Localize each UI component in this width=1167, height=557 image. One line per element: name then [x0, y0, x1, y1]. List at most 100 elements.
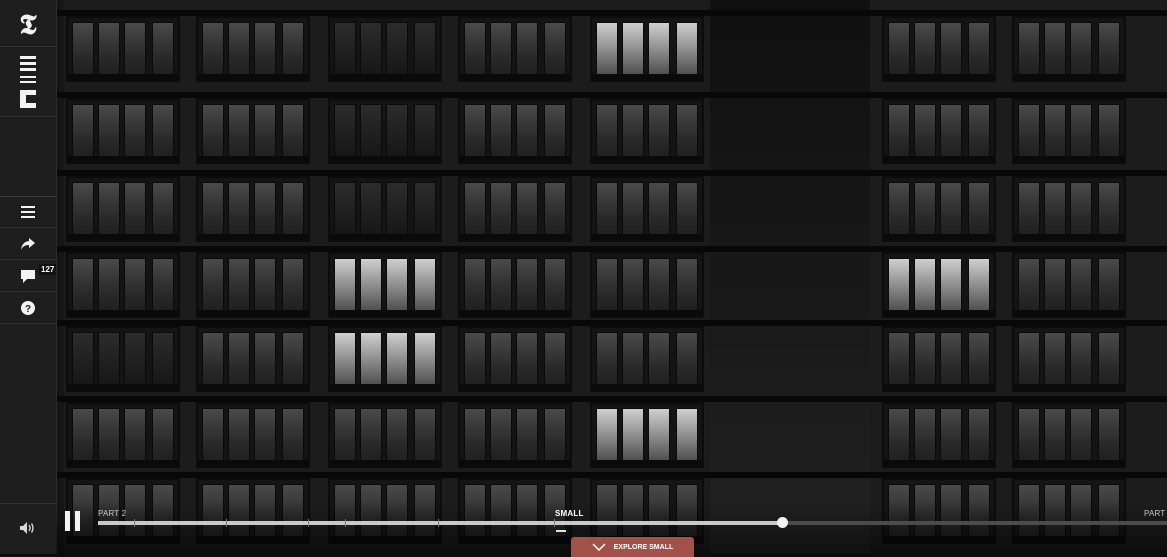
window-pane [72, 332, 94, 390]
segment-label-small[interactable]: SMALL [555, 509, 584, 518]
window-pane [914, 104, 936, 162]
window-pane [202, 258, 224, 316]
window-pane [968, 22, 990, 80]
window-pane [282, 408, 304, 466]
nyt-logo[interactable]: 𝕿 [0, 6, 56, 47]
window-pane [1098, 182, 1120, 240]
window-pane [254, 104, 276, 162]
window-sill [68, 74, 178, 80]
volume-icon [20, 522, 34, 534]
window-pane [386, 258, 408, 316]
volume-button[interactable] [0, 503, 56, 552]
apartment-window [590, 176, 704, 242]
window-pane [98, 104, 120, 162]
window-pane [386, 332, 408, 390]
apartment-window [458, 176, 572, 242]
share-button[interactable] [0, 229, 56, 260]
window-sill [198, 460, 308, 466]
comment-icon [21, 270, 35, 283]
window-pane [228, 332, 250, 390]
timeline-track[interactable] [98, 517, 1167, 528]
window-sill [198, 310, 308, 316]
window-sill [198, 74, 308, 80]
window-pane [888, 332, 910, 390]
window-pane [334, 22, 356, 80]
window-pane [914, 258, 936, 316]
chapter-tick [554, 519, 555, 527]
window-sill [1014, 384, 1124, 390]
window-pane [596, 104, 618, 162]
window-pane [516, 408, 538, 466]
nfb-logo[interactable] [0, 50, 56, 117]
window-sill [592, 384, 702, 390]
explore-small-button[interactable]: EXPLORE SMALL [571, 537, 694, 557]
window-pane [490, 258, 512, 316]
window-sill [884, 234, 994, 240]
apartment-window [1012, 16, 1126, 82]
pause-icon-bar [75, 511, 80, 531]
window-pane [282, 104, 304, 162]
window-pane [98, 408, 120, 466]
window-sill [68, 310, 178, 316]
window-pane [282, 182, 304, 240]
window-pane [940, 258, 962, 316]
window-pane [334, 182, 356, 240]
apartment-window [458, 16, 572, 82]
window-pane [1018, 258, 1040, 316]
window-pane [676, 408, 698, 466]
window-pane [544, 258, 566, 316]
chapter-tick [345, 519, 346, 527]
window-pane [914, 22, 936, 80]
pause-button[interactable] [62, 511, 84, 533]
window-pane [360, 332, 382, 390]
segment-marker [556, 530, 566, 532]
window-pane [334, 408, 356, 466]
window-pane [254, 408, 276, 466]
apartment-window [1012, 252, 1126, 318]
pause-icon [65, 511, 70, 531]
window-pane [254, 258, 276, 316]
window-pane [648, 22, 670, 80]
window-pane [914, 182, 936, 240]
apartment-window [882, 98, 996, 164]
window-pane [544, 408, 566, 466]
window-pane [544, 182, 566, 240]
window-sill [592, 156, 702, 162]
window-pane [968, 104, 990, 162]
chapter-tick [438, 519, 439, 527]
window-pane [1018, 182, 1040, 240]
window-pane [940, 182, 962, 240]
window-pane [72, 258, 94, 316]
share-icon [21, 238, 35, 250]
window-sill [68, 234, 178, 240]
window-pane [360, 408, 382, 466]
window-pane [1070, 408, 1092, 466]
window-pane [888, 182, 910, 240]
window-pane [414, 104, 436, 162]
window-pane [968, 258, 990, 316]
comments-button[interactable]: 127 [0, 261, 57, 292]
apartment-window [196, 402, 310, 468]
window-pane [1018, 22, 1040, 80]
window-pane [940, 332, 962, 390]
apartment-window [590, 16, 704, 82]
window-pane [334, 258, 356, 316]
apartment-window [328, 326, 442, 392]
help-button[interactable]: ? [0, 293, 56, 324]
window-sill [198, 384, 308, 390]
window-sill [330, 234, 440, 240]
apartment-window [458, 252, 572, 318]
apartment-window [196, 98, 310, 164]
apartment-window [66, 98, 180, 164]
window-pane [648, 258, 670, 316]
menu-button[interactable] [0, 197, 56, 228]
timeline-playhead[interactable] [777, 517, 789, 528]
window-sill [592, 460, 702, 466]
window-pane [516, 258, 538, 316]
apartment-window [196, 252, 310, 318]
apartment-window [66, 16, 180, 82]
window-pane [282, 22, 304, 80]
window-pane [228, 104, 250, 162]
window-pane [914, 408, 936, 466]
window-sill [68, 460, 178, 466]
